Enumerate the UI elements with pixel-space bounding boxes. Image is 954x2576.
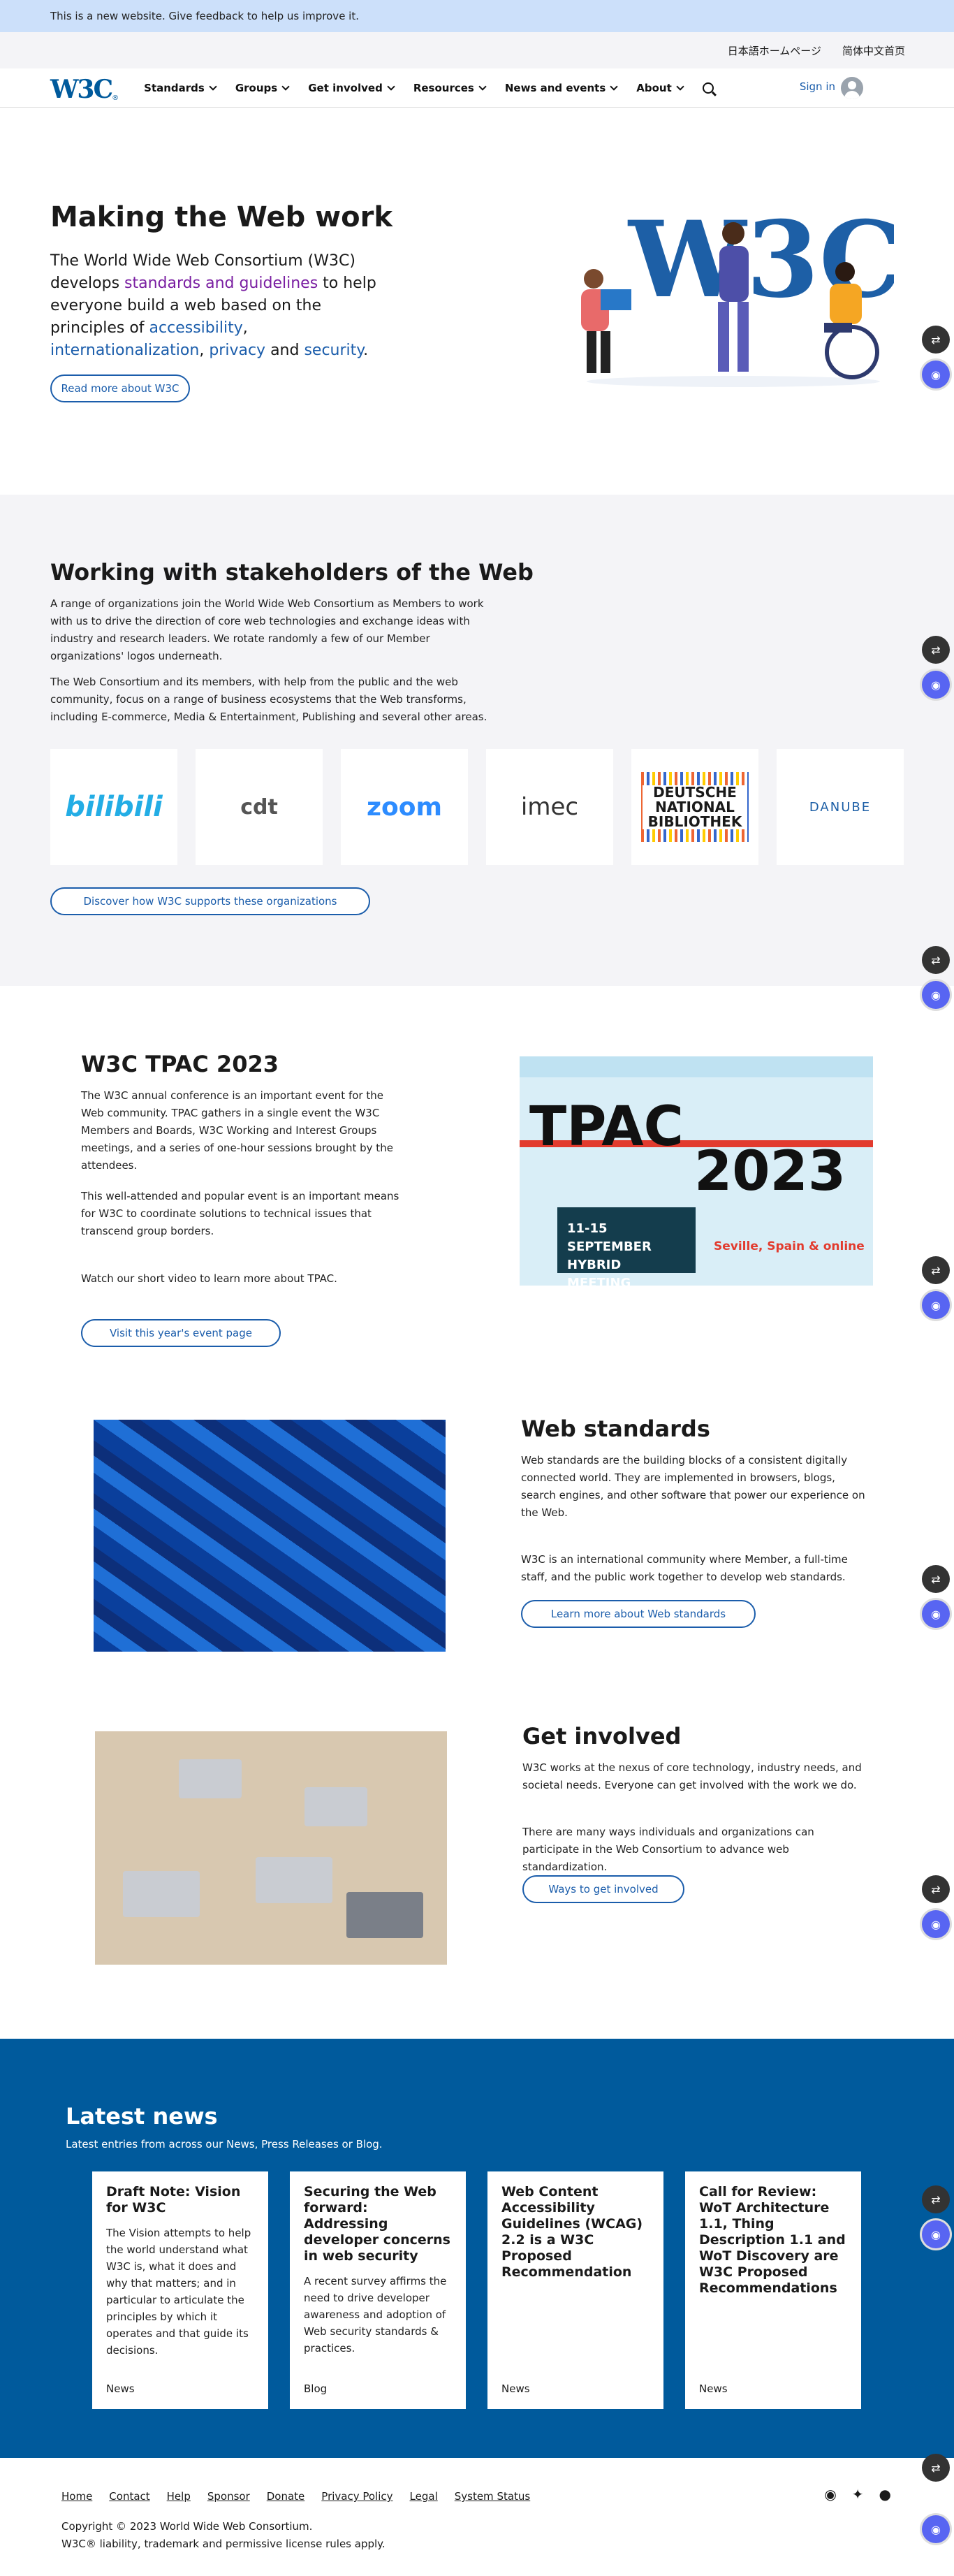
hero-section: Making the Web work The World Wide Web C… xyxy=(0,108,954,496)
discord-icon[interactable]: ◉ xyxy=(922,1291,950,1319)
tpac-paragraph-1: The W3C annual conference is an importan… xyxy=(81,1089,393,1172)
w3c-logo[interactable]: W3C ® xyxy=(50,74,119,102)
twitter-icon[interactable]: ✦ xyxy=(852,2486,864,2503)
stakeholders-paragraph-2: The Web Consortium and its members, with… xyxy=(50,676,487,723)
nav-standards[interactable]: Standards xyxy=(144,82,217,94)
lego-bricks-image xyxy=(94,1420,446,1652)
translate-icon[interactable]: ⇄ xyxy=(922,946,950,974)
link-security[interactable]: security xyxy=(304,342,363,359)
discord-icon[interactable]: ◉ xyxy=(922,671,950,699)
translate-icon[interactable]: ⇄ xyxy=(922,636,950,664)
standards-paragraph-1: Web standards are the building blocks of… xyxy=(521,1454,865,1519)
footer-link-privacy[interactable]: Privacy Policy xyxy=(321,2490,392,2503)
sign-in-link[interactable]: Sign in xyxy=(800,80,835,93)
link-privacy[interactable]: privacy xyxy=(209,342,265,359)
org-logo-imec[interactable]: imec xyxy=(486,749,613,865)
chevron-down-icon xyxy=(610,82,618,91)
link-accessibility[interactable]: accessibility xyxy=(149,319,243,337)
discover-organizations-button[interactable]: Discover how W3C supports these organiza… xyxy=(50,887,370,915)
tpac-title: W3C TPAC 2023 xyxy=(81,1051,279,1077)
search-icon[interactable] xyxy=(702,82,714,94)
standards-paragraph-2: W3C is an international community where … xyxy=(521,1553,848,1583)
social-icons: ◉ ✦ ● xyxy=(824,2486,891,2503)
involved-title: Get involved xyxy=(522,1723,682,1749)
mastodon-icon[interactable]: ◉ xyxy=(824,2486,836,2503)
footer-links: Home Contact Help Sponsor Donate Privacy… xyxy=(61,2490,530,2503)
ways-get-involved-button[interactable]: Ways to get involved xyxy=(522,1875,684,1903)
discord-icon[interactable]: ◉ xyxy=(922,981,950,1009)
nav-about[interactable]: About xyxy=(636,82,684,94)
chevron-down-icon xyxy=(676,82,684,91)
chevron-down-icon xyxy=(281,82,290,91)
link-internationalization[interactable]: internationalization xyxy=(50,342,199,359)
github-icon[interactable]: ● xyxy=(879,2486,891,2503)
main-nav: W3C ® Standards Groups Get involved Resou… xyxy=(0,68,954,108)
footer-link-help[interactable]: Help xyxy=(167,2490,191,2503)
chevron-down-icon xyxy=(209,82,217,91)
footer-link-legal[interactable]: Legal xyxy=(410,2490,438,2503)
stakeholders-section: Working with stakeholders of the Web A r… xyxy=(0,495,954,986)
translate-icon[interactable]: ⇄ xyxy=(922,2454,950,2482)
news-card[interactable]: Draft Note: Vision for W3C The Vision att… xyxy=(92,2171,268,2409)
site-footer: Home Contact Help Sponsor Donate Privacy… xyxy=(0,2458,954,2576)
hero-intro: The World Wide Web Consortium (W3C) deve… xyxy=(50,252,376,359)
footer-link-sponsor[interactable]: Sponsor xyxy=(207,2490,250,2503)
link-standards-guidelines[interactable]: standards and guidelines xyxy=(124,275,318,292)
nav-groups[interactable]: Groups xyxy=(235,82,290,94)
lang-link-ja[interactable]: 日本語ホームページ xyxy=(728,43,821,58)
footer-link-contact[interactable]: Contact xyxy=(109,2490,149,2503)
lang-link-zh[interactable]: 简体中文首页 xyxy=(842,43,905,58)
hero-illustration: W3C xyxy=(581,205,894,387)
standards-title: Web standards xyxy=(521,1416,710,1442)
discord-icon[interactable]: ◉ xyxy=(922,2515,950,2543)
discord-icon[interactable]: ◉ xyxy=(922,1910,950,1938)
tpac-paragraph-2: This well-attended and popular event is … xyxy=(81,1190,399,1237)
team-laptops-image xyxy=(95,1731,447,1965)
read-more-button[interactable]: Read more about W3C xyxy=(50,374,190,402)
discord-icon[interactable]: ◉ xyxy=(922,1600,950,1628)
tpac-paragraph-3: Watch our short video to learn more abou… xyxy=(81,1272,337,1285)
discord-icon[interactable]: ◉ xyxy=(922,361,950,388)
language-bar: 日本語ホームページ 简体中文首页 xyxy=(0,32,954,68)
chevron-down-icon xyxy=(478,82,487,91)
org-logo-cdt[interactable]: cdt xyxy=(196,749,323,865)
involved-paragraph-2: There are many ways individuals and orga… xyxy=(522,1826,814,1873)
nav-resources[interactable]: Resources xyxy=(413,82,487,94)
stakeholders-title: Working with stakeholders of the Web xyxy=(50,559,534,585)
tpac-banner-image: TPAC 2023 11-15 SEPTEMBER HYBRID MEETING … xyxy=(520,1056,873,1286)
stakeholders-paragraph-1: A range of organizations join the World … xyxy=(50,597,484,662)
translate-icon[interactable]: ⇄ xyxy=(922,1875,950,1903)
org-logo-dnb[interactable]: DEUTSCHE NATIONAL BIBLIOTHEK xyxy=(631,749,758,865)
copyright: Copyright © 2023 World Wide Web Consorti… xyxy=(61,2520,386,2550)
footer-link-status[interactable]: System Status xyxy=(455,2490,531,2503)
involved-paragraph-1: W3C works at the nexus of core technolog… xyxy=(522,1761,862,1791)
footer-link-home[interactable]: Home xyxy=(61,2490,92,2503)
footer-link-donate[interactable]: Donate xyxy=(267,2490,305,2503)
feedback-banner: This is a new website. Give feedback to … xyxy=(0,0,954,32)
news-subtitle: Latest entries from across our News, Pre… xyxy=(66,2138,383,2151)
discord-icon[interactable]: ◉ xyxy=(922,2220,950,2248)
org-logo-bilibili[interactable]: bilibili xyxy=(50,749,177,865)
translate-icon[interactable]: ⇄ xyxy=(922,326,950,354)
chevron-down-icon xyxy=(387,82,395,91)
tpac-event-button[interactable]: Visit this year's event page xyxy=(81,1319,281,1347)
latest-news-section: Latest news Latest entries from across o… xyxy=(0,2039,954,2458)
hero-title: Making the Web work xyxy=(50,201,392,233)
news-card[interactable]: Call for Review: WoT Architecture 1.1, T… xyxy=(685,2171,861,2409)
avatar[interactable] xyxy=(841,77,863,99)
translate-icon[interactable]: ⇄ xyxy=(922,1565,950,1593)
news-card[interactable]: Web Content Accessibility Guidelines (WC… xyxy=(487,2171,663,2409)
org-logo-danube[interactable]: DANUBE xyxy=(777,749,904,865)
news-card[interactable]: Securing the Web forward: Addressing dev… xyxy=(290,2171,466,2409)
banner-text: This is a new website. Give feedback to … xyxy=(50,10,360,22)
translate-icon[interactable]: ⇄ xyxy=(922,1256,950,1284)
org-logo-zoom[interactable]: zoom xyxy=(341,749,468,865)
web-standards-button[interactable]: Learn more about Web standards xyxy=(521,1600,756,1628)
news-title: Latest news xyxy=(66,2103,218,2130)
nav-get-involved[interactable]: Get involved xyxy=(308,82,395,94)
nav-news-events[interactable]: News and events xyxy=(505,82,618,94)
translate-icon[interactable]: ⇄ xyxy=(922,2185,950,2213)
